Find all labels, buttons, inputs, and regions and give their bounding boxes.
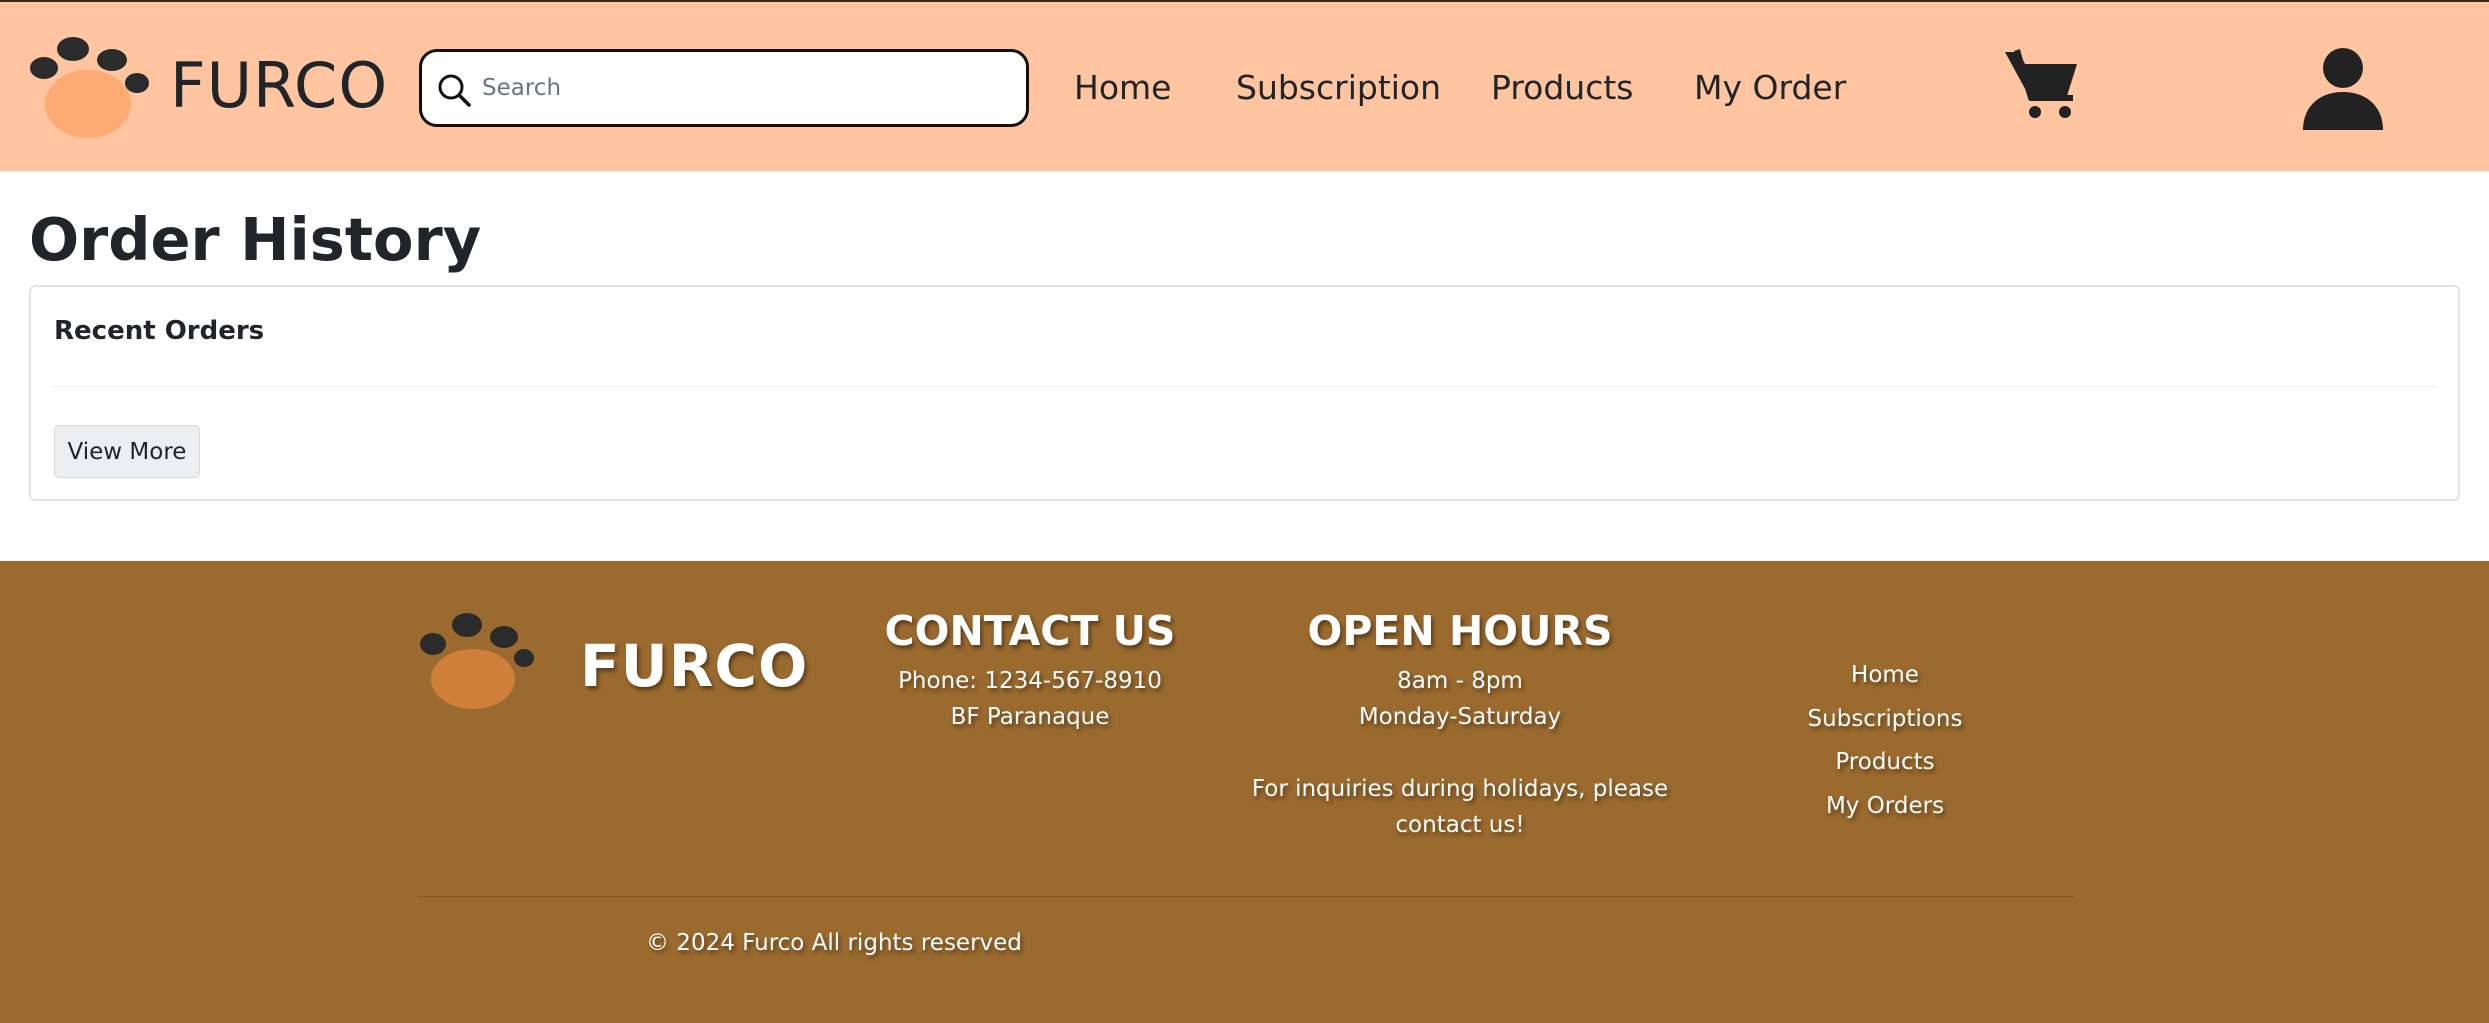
card-divider — [54, 386, 2437, 387]
paw-logo-icon — [420, 613, 534, 709]
card-heading: Recent Orders — [54, 316, 265, 346]
nav-subscription[interactable]: Subscription — [1236, 62, 1441, 114]
contact-heading: CONTACT US — [884, 607, 1176, 655]
recent-orders-card: Recent Orders View More — [29, 285, 2460, 501]
page-title: Order History — [29, 205, 482, 274]
site-header: FURCO Home Subscription Products My Orde… — [0, 0, 2489, 171]
paw-logo-icon — [30, 37, 149, 138]
user-icon[interactable] — [2300, 46, 2386, 130]
footer-contact: CONTACT US Phone: 1234-567-8910 BF Paran… — [880, 605, 1180, 735]
footer-link-home[interactable]: Home — [1760, 654, 2010, 698]
hours-heading: OPEN HOURS — [1307, 607, 1613, 655]
brand-logo[interactable]: FURCO — [28, 36, 387, 138]
search-box[interactable] — [419, 49, 1029, 127]
hours-note: For inquiries during holidays, please co… — [1251, 776, 1669, 838]
footer-divider — [418, 896, 2074, 897]
nav-home[interactable]: Home — [1074, 62, 1171, 114]
footer-link-subscriptions[interactable]: Subscriptions — [1760, 698, 2010, 742]
footer-brand-name: FURCO — [580, 632, 809, 700]
footer-links: Home Subscriptions Products My Orders — [1760, 654, 2010, 828]
nav-my-order[interactable]: My Order — [1694, 62, 1846, 114]
contact-phone: Phone: 1234-567-8910 — [898, 668, 1162, 694]
footer-link-my-orders[interactable]: My Orders — [1760, 785, 2010, 829]
brand-name: FURCO — [170, 49, 389, 122]
footer-hours: OPEN HOURS 8am - 8pm Monday-Saturday For… — [1240, 605, 1680, 843]
footer-brand: FURCO — [418, 611, 807, 721]
search-input[interactable] — [482, 66, 1002, 110]
hours-days: Monday-Saturday — [1358, 704, 1562, 730]
site-footer: FURCO CONTACT US Phone: 1234-567-8910 BF… — [0, 561, 2489, 1023]
copyright: © 2024 Furco All rights reserved — [646, 930, 1022, 956]
nav-products[interactable]: Products — [1491, 62, 1634, 114]
contact-address: BF Paranaque — [950, 704, 1110, 730]
cart-icon[interactable] — [2003, 46, 2081, 124]
view-more-button[interactable]: View More — [54, 425, 200, 478]
footer-link-products[interactable]: Products — [1760, 741, 2010, 785]
hours-time: 8am - 8pm — [1397, 668, 1523, 694]
search-icon — [438, 74, 471, 107]
